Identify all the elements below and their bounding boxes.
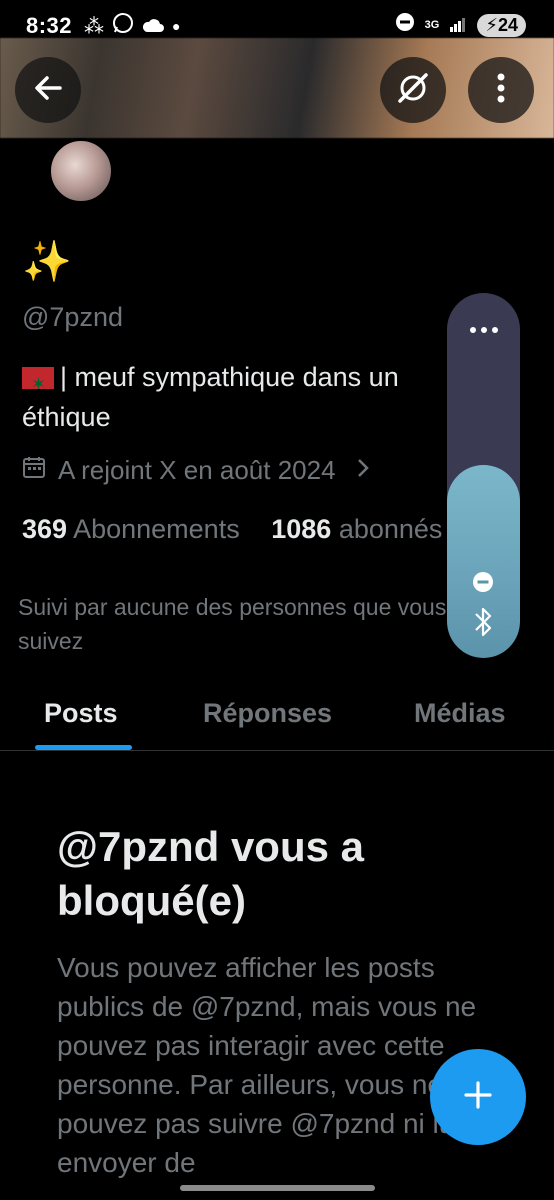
display-name: ✨ bbox=[22, 240, 72, 284]
more-horizontal-icon[interactable] bbox=[469, 321, 499, 339]
tab-posts[interactable]: Posts bbox=[44, 698, 118, 729]
notification-icons: ⁂ ● bbox=[84, 12, 180, 40]
tab-media[interactable]: Médias bbox=[414, 698, 506, 729]
battery-level: 24 bbox=[497, 14, 518, 35]
following-count: 369 bbox=[22, 514, 68, 544]
avatar[interactable] bbox=[48, 138, 114, 204]
following-link[interactable]: 369 Abonnements bbox=[22, 514, 240, 544]
network-type: 3G bbox=[424, 19, 440, 31]
cloud-icon bbox=[142, 13, 164, 39]
chevron-right-icon bbox=[356, 455, 370, 486]
more-vertical-icon bbox=[496, 72, 506, 109]
back-button[interactable] bbox=[15, 57, 81, 123]
morocco-flag-icon bbox=[22, 364, 54, 404]
following-label: Abonnements bbox=[73, 514, 240, 544]
status-time: 8:32 bbox=[26, 13, 73, 38]
plus-icon bbox=[463, 1080, 493, 1115]
profile-handle: @7pznd bbox=[22, 302, 123, 332]
followers-link[interactable]: 1086 abonnés bbox=[271, 514, 442, 544]
follow-stats: 369 Abonnements 1086 abonnés bbox=[22, 514, 442, 545]
blocked-title: @7pznd vous a bloqué(e) bbox=[57, 823, 365, 924]
system-icons: 3G ⚡24 bbox=[395, 12, 526, 38]
active-tab-indicator bbox=[35, 745, 132, 750]
whatsapp-icon bbox=[112, 12, 134, 40]
profile-bio: | meuf sympathique dans un éthique bbox=[22, 357, 452, 437]
profile-tabs: Posts Réponses Médias bbox=[0, 680, 554, 751]
followed-by-text: Suivi par aucune des personnes que vous … bbox=[18, 594, 447, 654]
volume-panel[interactable] bbox=[447, 293, 520, 658]
battery-indicator: ⚡24 bbox=[477, 13, 526, 37]
bio-text: | meuf sympathique dans un éthique bbox=[22, 362, 399, 432]
bluetooth-icon bbox=[470, 605, 496, 644]
grok-icon bbox=[395, 70, 431, 111]
more-options-button[interactable] bbox=[468, 57, 534, 123]
followers-count: 1086 bbox=[271, 514, 332, 544]
activity-icon: ⁂ bbox=[84, 15, 104, 38]
grok-button[interactable] bbox=[380, 57, 446, 123]
back-arrow-icon bbox=[32, 72, 64, 109]
dot-icon: ● bbox=[172, 18, 181, 34]
gesture-nav-bar[interactable] bbox=[180, 1185, 375, 1191]
signal-icon bbox=[449, 12, 467, 38]
compose-post-button[interactable] bbox=[430, 1049, 526, 1145]
status-bar: 8:32 ⁂ ● 3G ⚡24 bbox=[0, 0, 554, 50]
joined-text: A rejoint X en août 2024 bbox=[58, 455, 336, 485]
followers-label: abonnés bbox=[338, 514, 443, 544]
blocked-message: Vous pouvez afficher les posts publics d… bbox=[57, 952, 477, 1178]
dnd-icon bbox=[395, 12, 415, 38]
tab-replies[interactable]: Réponses bbox=[203, 698, 332, 729]
minus-circle-icon[interactable] bbox=[472, 571, 494, 598]
calendar-icon bbox=[22, 455, 46, 486]
joined-date-row[interactable]: A rejoint X en août 2024 bbox=[22, 455, 370, 486]
